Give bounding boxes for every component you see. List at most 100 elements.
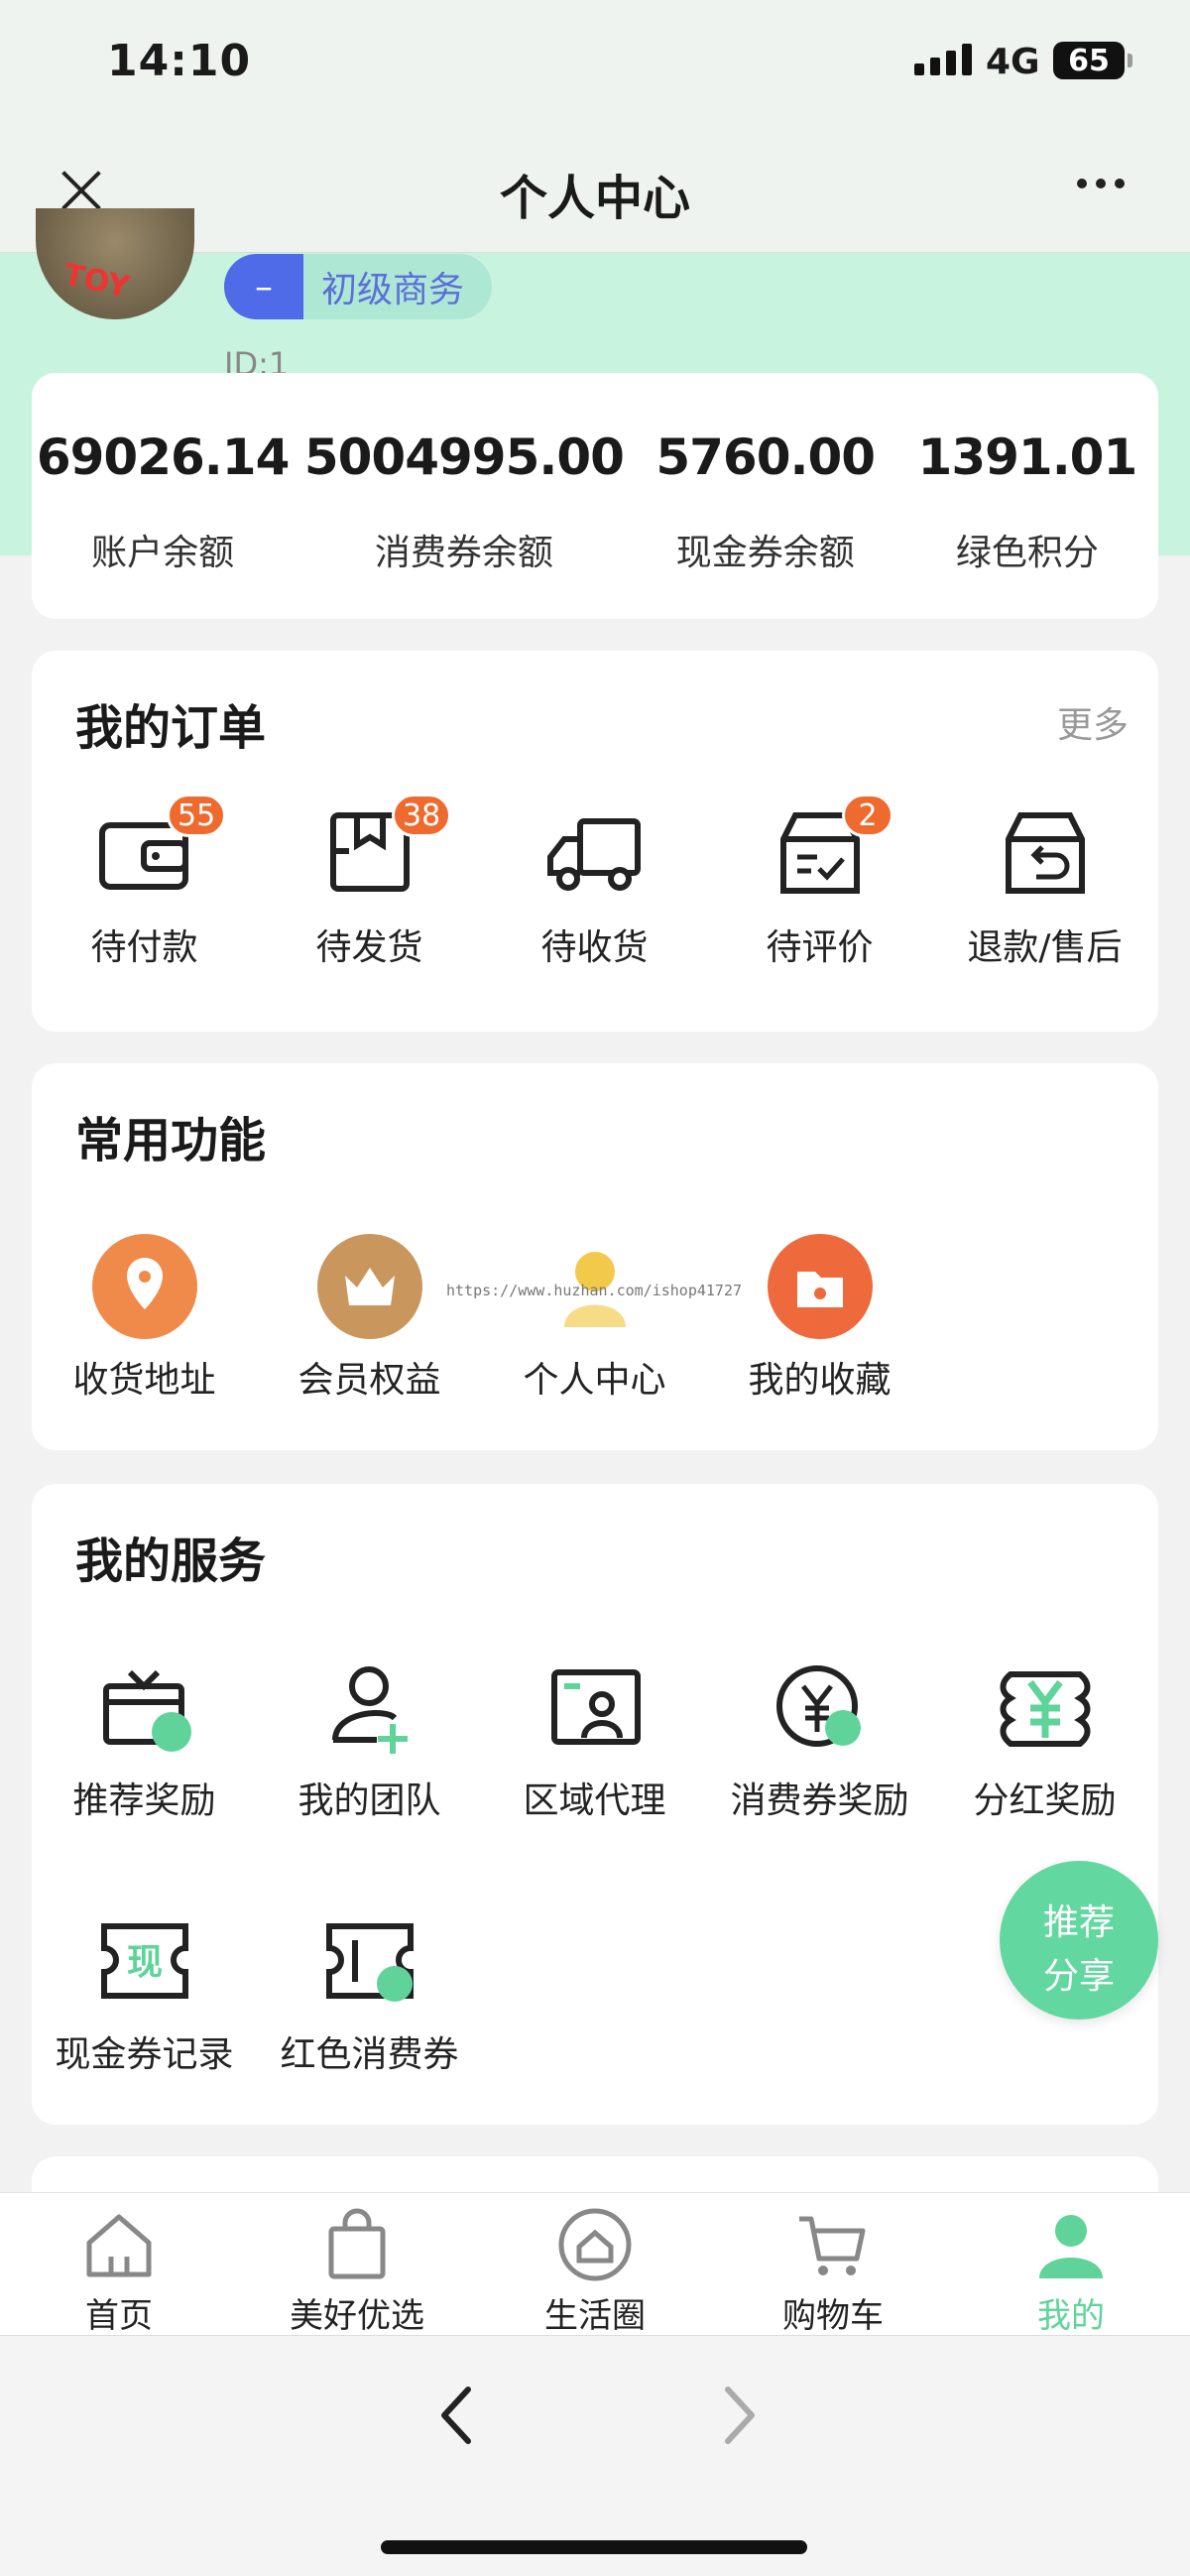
contact-card-icon [550,1669,641,1745]
service-my-team[interactable]: 我的团队 [257,1653,482,1823]
service-label: 消费券奖励 [730,1780,909,1821]
stat-consumption-voucher[interactable]: 5004995.00 消费券余额 [294,373,634,619]
pending-review-badge: 2 [842,794,893,837]
stat-label: 绿色积分 [955,533,1099,573]
battery-icon: 65 [1053,42,1132,79]
folder-star-icon [767,1234,873,1339]
truck-icon [546,818,641,891]
orders-card: 我的订单 更多 55 待付款 38 待发货 待收货 2 待评价 退款/售后 [32,651,1158,1032]
tab-mine[interactable]: 我的 [952,2193,1190,2336]
service-referral-reward[interactable]: 推荐奖励 [32,1653,257,1823]
service-label: 分红奖励 [973,1780,1117,1821]
circle-home-icon [558,2208,632,2281]
more-icon[interactable] [1077,179,1125,188]
home-indicator[interactable] [381,2540,807,2554]
service-label: 我的团队 [298,1780,441,1821]
order-label: 待发货 [315,927,423,968]
service-label: 区域代理 [523,1780,666,1821]
share-fab[interactable]: 推荐 分享 [1000,1861,1158,2020]
stat-label: 消费券余额 [374,533,553,573]
tab-bar: 首页 美好优选 生活圈 购物车 我的 [0,2192,1190,2336]
pending-payment-badge: 55 [167,794,227,837]
order-pending-shipment[interactable]: 38 待发货 [257,794,482,970]
function-favorites[interactable]: 我的收藏 [707,1232,932,1403]
cash-voucher-icon: 现 [100,1923,188,1999]
stat-value: 5760.00 [655,429,876,486]
level-label: 初级商务 [321,270,465,310]
balance-card: 69026.14 账户余额 5004995.00 消费券余额 5760.00 现金券余… [32,373,1158,619]
home-icon [86,2214,152,2277]
stat-value: 5004995.00 [303,429,625,486]
orders-title: 我的订单 [75,700,267,756]
order-label: 退款/售后 [967,927,1123,968]
function-label: 我的收藏 [748,1360,892,1401]
function-label: 个人中心 [523,1360,666,1401]
cart-icon [799,2216,866,2275]
order-pending-review[interactable]: 2 待评价 [707,794,932,970]
order-label: 待收货 [540,927,649,968]
service-label: 红色消费券 [280,2034,459,2075]
watermark-text: https://www.huzhan.com/ishop41727 [446,1282,743,1299]
tab-label: 生活圈 [544,2296,646,2336]
stat-value: 1391.01 [917,429,1138,486]
yen-stack-icon [1000,1671,1090,1747]
stat-account-balance[interactable]: 69026.14 账户余额 [32,373,294,619]
location-pin-icon [91,1234,197,1339]
order-pending-payment[interactable]: 55 待付款 [32,794,257,970]
order-label: 待付款 [90,927,198,968]
service-regional-agent[interactable]: 区域代理 [482,1653,707,1823]
pending-shipment-badge: 38 [392,794,452,837]
user-icon [1039,2215,1103,2278]
order-pending-receipt[interactable]: 待收货 [482,799,707,970]
gift-icon [102,1669,191,1752]
network-label: 4G [986,42,1040,82]
tab-label: 首页 [85,2296,153,2336]
service-dividend-reward[interactable]: 分红奖励 [932,1653,1157,1823]
tab-label: 美好优选 [290,2296,424,2336]
tab-life-circle[interactable]: 生活圈 [476,2193,714,2336]
orders-more-link[interactable]: 更多 [1057,696,1129,748]
function-membership[interactable]: 会员权益 [257,1232,482,1403]
add-user-icon [331,1666,408,1754]
crown-icon [316,1234,422,1339]
function-personal-center[interactable]: 个人中心 [482,1232,707,1403]
service-label: 推荐奖励 [72,1780,216,1821]
tab-home[interactable]: 首页 [0,2193,238,2336]
order-refund[interactable]: 退款/售后 [932,799,1157,970]
browser-toolbar [0,2335,1190,2576]
stat-label: 账户余额 [91,533,235,573]
signal-icon [914,44,972,75]
stat-value: 69026.14 [36,429,291,486]
back-arrow-icon[interactable] [426,2376,486,2455]
service-voucher-reward[interactable]: 消费券奖励 [707,1653,932,1823]
tab-featured[interactable]: 美好优选 [238,2193,476,2336]
service-red-voucher[interactable]: 红色消费券 [257,1906,482,2077]
service-cash-voucher-record[interactable]: 现 现金券记录 [32,1906,257,2077]
voucher-icon [325,1923,414,2002]
yen-coin-icon [775,1665,861,1747]
services-title: 我的服务 [75,1533,267,1589]
function-label: 会员权益 [298,1360,441,1401]
avatar-text: TOY [60,257,133,306]
fab-line-2: 分享 [1042,1956,1115,1997]
common-title: 常用功能 [75,1113,267,1168]
stat-cash-voucher[interactable]: 5760.00 现金券余额 [635,373,896,619]
function-address[interactable]: 收货地址 [32,1232,257,1403]
forward-arrow-icon[interactable] [710,2376,770,2455]
level-badge: – 初级商务 [224,254,492,319]
level-symbol: – [224,254,303,319]
function-label: 收货地址 [72,1360,216,1401]
tab-label: 购物车 [782,2296,884,2336]
voucher-character: 现 [126,1942,162,1983]
common-functions-card: 常用功能 收货地址 会员权益 个人中心 我的收藏 [32,1063,1158,1450]
shopping-bag-icon [328,2208,386,2279]
status-time: 14:10 [107,36,252,86]
tab-cart[interactable]: 购物车 [714,2193,952,2336]
tab-label: 我的 [1037,2296,1105,2336]
status-bar: 14:10 4G 65 [0,0,1190,129]
stat-green-points[interactable]: 1391.01 绿色积分 [896,373,1158,619]
return-icon [1005,812,1085,894]
stat-label: 现金券余额 [675,533,855,573]
services-card: 我的服务 推荐奖励 我的团队 区域代理 消费券奖励 分红奖励 现 现金券记录 红… [32,1484,1158,2125]
service-label: 现金券记录 [55,2034,234,2075]
